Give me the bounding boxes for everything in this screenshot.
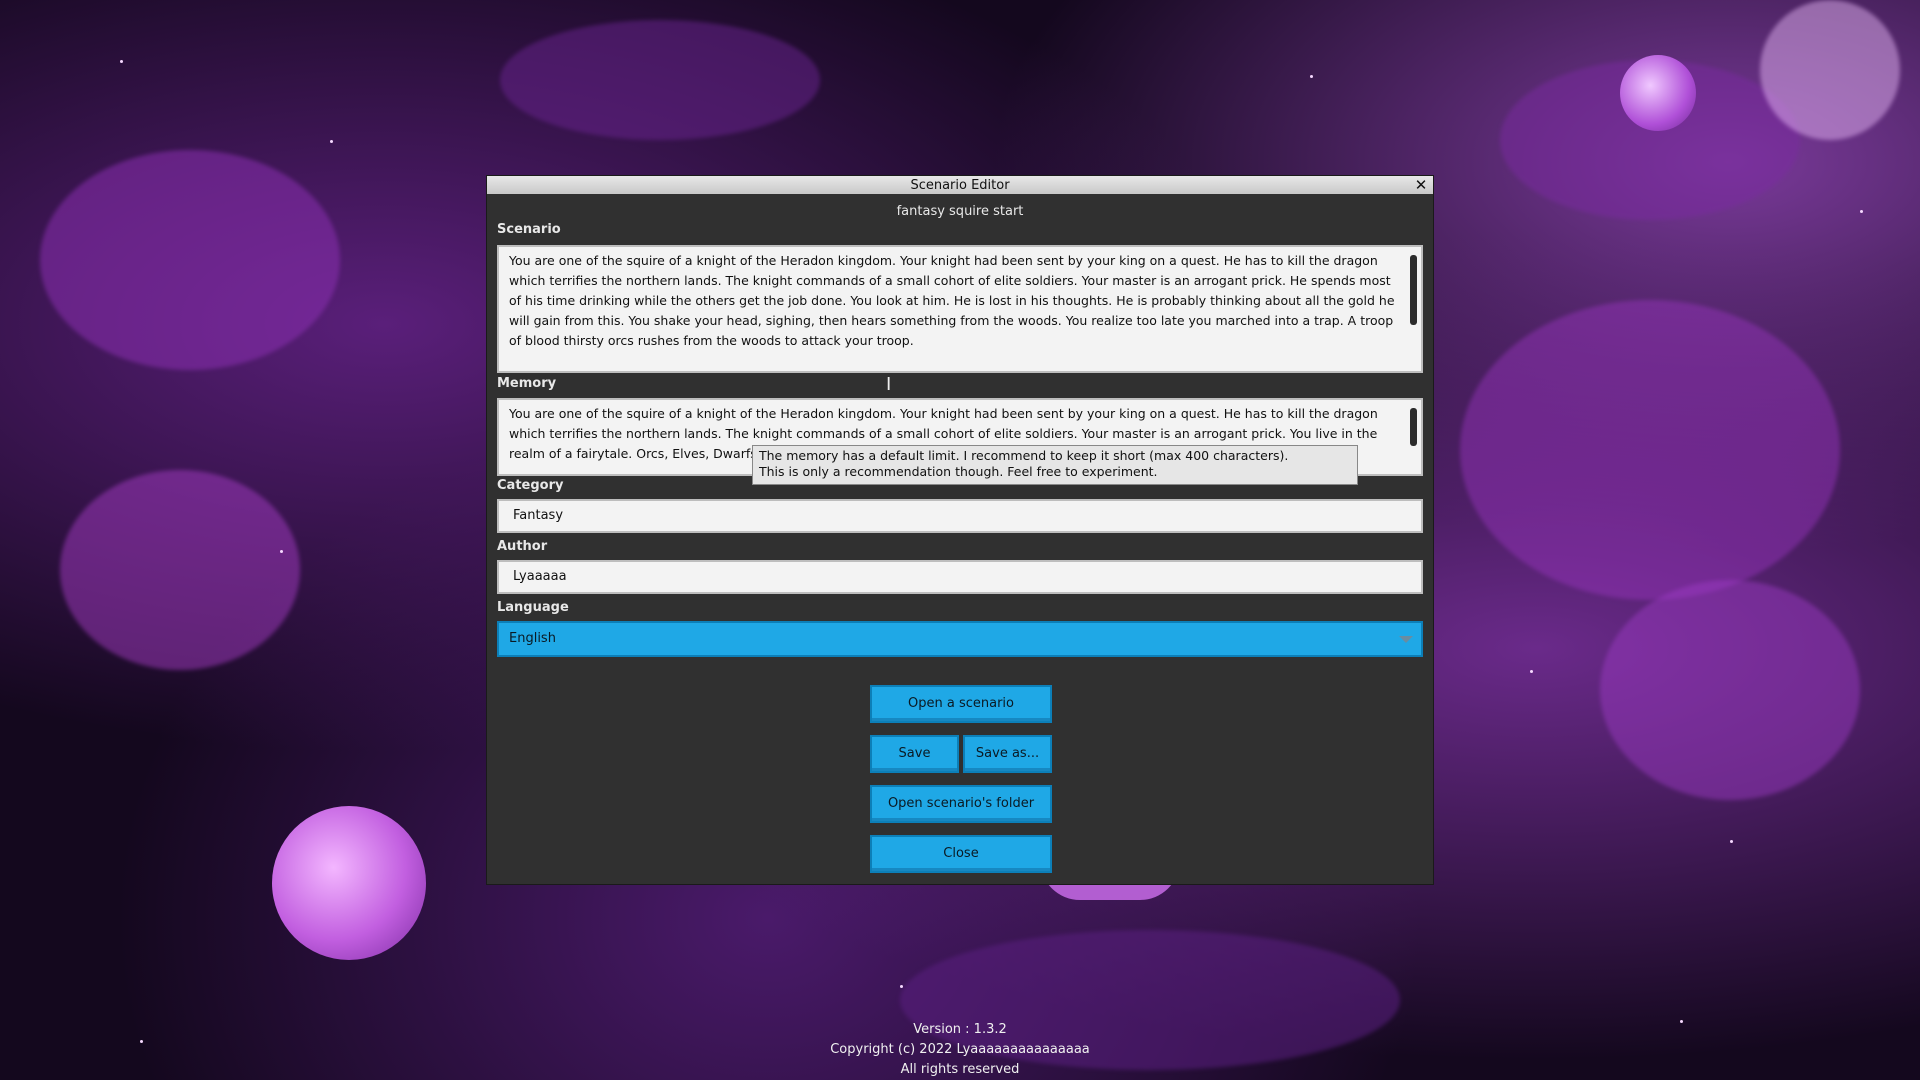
nebula-blob: [1760, 0, 1900, 140]
tooltip-line-2: This is only a recommendation though. Fe…: [759, 464, 1158, 479]
language-select[interactable]: English: [497, 621, 1423, 657]
planet: [272, 806, 426, 960]
close-icon[interactable]: ✕: [1413, 176, 1429, 194]
open-scenario-button[interactable]: Open a scenario: [870, 685, 1052, 723]
copyright-text: Copyright (c) 2022 Lyaaaaaaaaaaaaaaa: [830, 1042, 1090, 1057]
nebula-blob: [40, 150, 340, 370]
save-button[interactable]: Save: [870, 735, 959, 773]
tooltip-line-1: The memory has a default limit. I recomm…: [759, 448, 1289, 463]
category-label: Category: [497, 478, 564, 493]
star: [280, 550, 283, 553]
star: [120, 60, 123, 63]
text-cursor-icon: I: [886, 374, 892, 395]
memory-scrollbar[interactable]: [1410, 408, 1417, 446]
star: [900, 985, 903, 988]
star: [1310, 75, 1313, 78]
scenario-text: You are one of the squire of a knight of…: [509, 253, 1395, 348]
category-field[interactable]: Fantasy: [497, 499, 1423, 533]
scenario-editor-window: Scenario Editor ✕ fantasy squire start S…: [486, 175, 1434, 885]
save-as-button[interactable]: Save as...: [963, 735, 1052, 773]
nebula-blob: [60, 470, 300, 670]
chevron-down-icon: [1399, 636, 1413, 643]
star: [1530, 670, 1533, 673]
star: [1730, 840, 1733, 843]
author-field[interactable]: Lyaaaaa: [497, 560, 1423, 594]
nebula-blob: [1460, 300, 1840, 600]
scenario-textarea[interactable]: You are one of the squire of a knight of…: [497, 245, 1423, 373]
close-button[interactable]: Close: [870, 835, 1052, 873]
star: [330, 140, 333, 143]
version-text: Version : 1.3.2: [913, 1022, 1007, 1037]
memory-label: Memory: [497, 376, 557, 391]
memory-tooltip: The memory has a default limit. I recomm…: [752, 445, 1358, 485]
open-folder-button[interactable]: Open scenario's folder: [870, 785, 1052, 823]
planet: [1620, 55, 1696, 131]
scenario-scrollbar[interactable]: [1410, 255, 1417, 325]
language-value: English: [509, 631, 556, 646]
scenario-name: fantasy squire start: [896, 204, 1024, 219]
rights-text: All rights reserved: [900, 1062, 1020, 1077]
author-label: Author: [497, 539, 548, 554]
title-bar[interactable]: Scenario Editor ✕: [487, 176, 1433, 194]
scenario-label: Scenario: [497, 222, 561, 237]
window-title: Scenario Editor: [910, 177, 1010, 193]
nebula-blob: [1600, 580, 1860, 800]
language-label: Language: [497, 600, 569, 615]
star: [1860, 210, 1863, 213]
nebula-blob: [500, 20, 820, 140]
